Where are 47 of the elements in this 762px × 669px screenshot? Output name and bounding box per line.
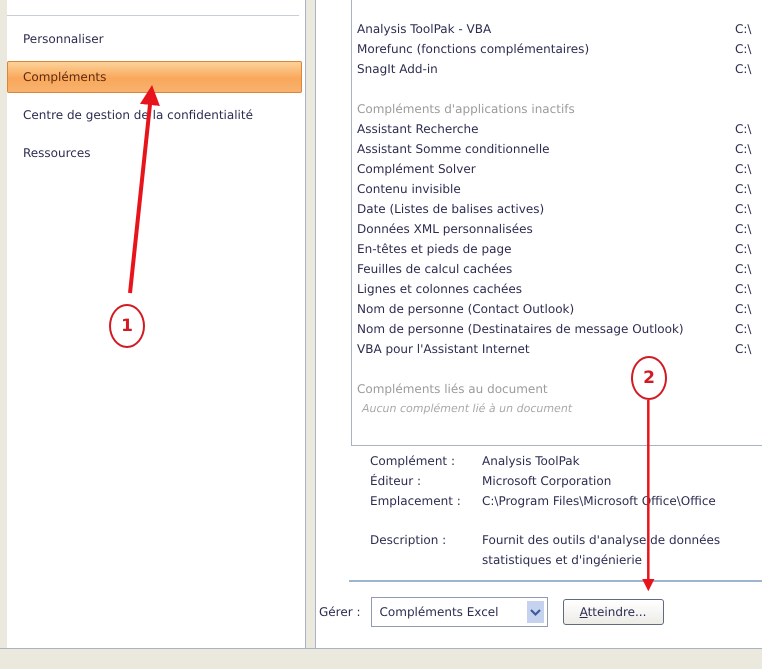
addin-name[interactable]: Nom de personne (Contact Outlook) — [357, 299, 574, 319]
detail-label: Emplacement : — [370, 493, 462, 510]
detail-label: Éditeur : — [370, 472, 422, 490]
addin-name[interactable]: Données XML personnalisées — [357, 219, 533, 239]
addin-name[interactable]: Assistant Recherche — [357, 119, 479, 139]
sidebar-item[interactable]: Compléments — [7, 61, 302, 93]
addin-location: C:\ — [735, 221, 752, 238]
addin-name[interactable]: Complément Solver — [357, 159, 476, 179]
addin-name[interactable]: Contenu invisible — [357, 179, 461, 199]
sidebar-item[interactable]: Ressources — [7, 137, 302, 169]
addin-name[interactable]: Morefunc (fonctions complémentaires) — [357, 39, 590, 59]
addin-location: C:\ — [735, 341, 752, 358]
addin-name[interactable]: Assistant Somme conditionnelle — [357, 139, 550, 159]
manage-label: Gérer : — [319, 605, 361, 619]
section-heading: Compléments d'applications inactifs — [357, 101, 575, 118]
go-button[interactable]: Atteindre... — [562, 599, 664, 625]
section-heading: Compléments liés au document — [357, 381, 548, 398]
addin-location: C:\ — [735, 321, 752, 338]
addin-location: C:\ — [735, 161, 752, 178]
addin-location: C:\ — [735, 181, 752, 198]
detail-value: Fournit des outils d'analyse de données — [482, 532, 720, 549]
addin-location: C:\ — [735, 21, 752, 38]
addin-location: C:\ — [735, 301, 752, 318]
addin-location: C:\ — [735, 261, 752, 278]
addin-location: C:\ — [735, 281, 752, 298]
addin-name[interactable]: Nom de personne (Destinataires de message Outlook) — [357, 319, 684, 339]
manage-dropdown[interactable]: Compléments Excel — [370, 597, 548, 627]
addin-name[interactable]: VBA pour l'Assistant Internet — [357, 339, 530, 359]
addin-name[interactable]: SnagIt Add-in — [357, 59, 438, 79]
detail-value: statistiques et d'ingénierie — [482, 552, 642, 569]
addin-location: C:\ — [735, 201, 752, 218]
detail-label: Description : — [370, 532, 448, 549]
addin-location: C:\ — [735, 121, 752, 138]
addin-location: C:\ — [735, 41, 752, 58]
addin-location: C:\ — [735, 141, 752, 158]
detail-label: Complément : — [370, 453, 456, 470]
sidebar-item[interactable]: Personnaliser — [7, 23, 302, 55]
addin-name[interactable]: Feuilles de calcul cachées — [357, 259, 512, 279]
empty-note: Aucun complément lié à un document — [360, 401, 572, 417]
addin-name[interactable]: Lignes et colonnes cachées — [357, 279, 522, 299]
addin-name[interactable]: Analysis ToolPak - VBA — [357, 19, 492, 39]
detail-value: Microsoft Corporation — [482, 473, 612, 490]
addin-name[interactable]: Date (Listes de balises actives) — [357, 199, 544, 219]
addin-location: C:\ — [735, 61, 752, 78]
detail-value: Analysis ToolPak — [482, 453, 580, 470]
addin-location: C:\ — [735, 241, 752, 258]
addin-name[interactable]: En-têtes et pieds de page — [357, 239, 512, 259]
